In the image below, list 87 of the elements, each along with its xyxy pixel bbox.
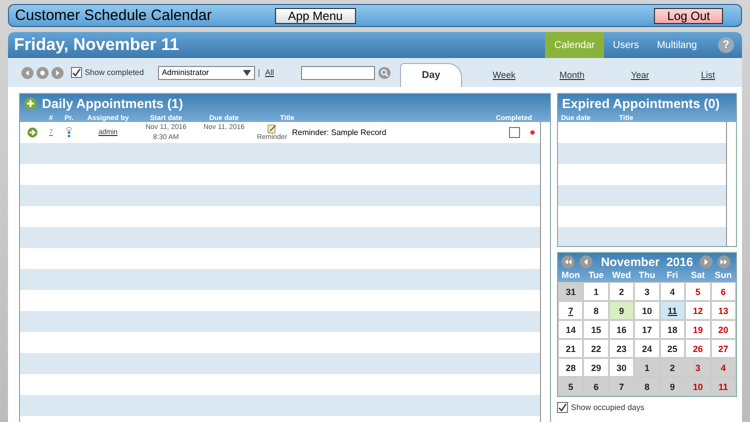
next-icon[interactable] [51,66,64,80]
priority-icon [66,127,72,138]
calendar-day[interactable]: 22 [583,339,609,358]
calendar-day[interactable]: 13 [710,301,736,320]
calendar-day[interactable]: 15 [583,320,609,339]
calendar-day[interactable]: 12 [685,301,711,320]
calendar-day[interactable]: 24 [634,339,660,358]
rewind-icon[interactable] [561,254,575,268]
calendar-day[interactable]: 29 [583,358,609,377]
calendar-day[interactable]: 7 [558,301,584,320]
fast-forward-icon[interactable] [717,254,731,268]
calendar-day[interactable]: 20 [710,320,736,339]
calendar-day[interactable]: 2 [608,282,634,301]
next-icon[interactable] [699,254,713,268]
add-icon[interactable] [24,96,37,110]
weekday-label: Mon [560,270,581,282]
month-title: November 2016 [600,254,694,268]
all-link[interactable]: All [265,68,274,77]
calendar-day[interactable]: 25 [660,339,686,358]
weekday-label: Wed [611,270,632,282]
previous-icon[interactable] [21,66,34,80]
search-icon[interactable] [378,66,392,80]
weekday-label: Tue [587,270,605,282]
note-icon [267,124,277,134]
weekday-label: Sat [690,270,706,282]
calendar-day[interactable]: 9 [660,377,686,396]
calendar-day[interactable]: 7 [608,377,634,396]
calendar-day[interactable]: 10 [634,301,660,320]
calendar-day[interactable]: 6 [583,377,609,396]
user-dropdown[interactable]: Administrator [158,66,256,80]
calendar-day[interactable]: 26 [685,339,711,358]
show-completed-label: Show completed [84,68,144,77]
calendar-day[interactable]: 14 [558,320,584,339]
calendar-day[interactable]: 30 [608,358,634,377]
calendar-day[interactable]: 4 [710,358,736,377]
calendar-day[interactable]: 6 [710,282,736,301]
calendar-day[interactable]: 1 [583,282,609,301]
view-tab[interactable]: List [674,63,742,87]
weekday-label: Sun [714,270,733,282]
calendar-day[interactable]: 27 [710,339,736,358]
calendar-day[interactable]: 11 [660,301,686,320]
calendar-day[interactable]: 4 [660,282,686,301]
calendar-day[interactable]: 5 [685,282,711,301]
search-field[interactable] [301,66,376,80]
calendar-day[interactable]: 3 [634,282,660,301]
calendar-day[interactable]: 1 [634,358,660,377]
calendar-day[interactable]: 23 [608,339,634,358]
previous-icon[interactable] [579,254,593,268]
logout-button[interactable]: Log Out [654,8,723,24]
separator: | [258,68,260,77]
weekday-label: Fri [666,270,680,282]
calendar-day[interactable]: 3 [685,358,711,377]
calendar-day[interactable]: 10 [685,377,711,396]
open-arrow-icon[interactable] [26,127,38,138]
view-tab[interactable]: Month [538,63,606,87]
calendar-day[interactable]: 5 [558,377,584,396]
show-occupied-checkbox[interactable] [557,402,568,413]
calendar-day[interactable]: 31 [558,282,584,301]
calendar-day[interactable]: 18 [660,320,686,339]
calendar-day[interactable]: 19 [685,320,711,339]
calendar-day[interactable]: 8 [583,301,609,320]
calendar-day[interactable]: 16 [608,320,634,339]
app-title: Customer Schedule Calendar [15,7,213,24]
date-title: Friday, November 11 [13,35,180,55]
view-tab[interactable]: Year [606,63,674,87]
calendar-day[interactable]: 2 [660,358,686,377]
nav-tab[interactable]: Multilang [648,32,706,58]
calendar-day[interactable]: 17 [634,320,660,339]
show-occupied-label: Show occupied days [571,403,644,412]
nav-tab[interactable]: Users [604,32,648,58]
view-tab[interactable]: Week [470,63,538,87]
appointment-title: Reminder: Sample Record [292,128,388,137]
show-completed-checkbox[interactable] [70,67,82,78]
panel-title: Daily Appointments (1) [42,96,184,110]
calendar-day[interactable]: 9 [608,301,634,320]
calendar-day[interactable]: 11 [710,377,736,396]
completed-checkbox[interactable] [509,127,520,138]
panel-title: Expired Appointments (0) [562,96,720,110]
app-menu-button[interactable]: App Menu [275,8,356,24]
view-tab[interactable]: Day [400,63,462,87]
calendar-day[interactable]: 28 [558,358,584,377]
dot-icon[interactable] [36,66,50,80]
weekday-label: Thu [638,270,656,282]
delete-dot-icon[interactable] [530,130,534,135]
calendar-day[interactable]: 8 [634,377,660,396]
dropdown-caret-icon [243,70,252,76]
calendar-day[interactable]: 21 [558,339,584,358]
